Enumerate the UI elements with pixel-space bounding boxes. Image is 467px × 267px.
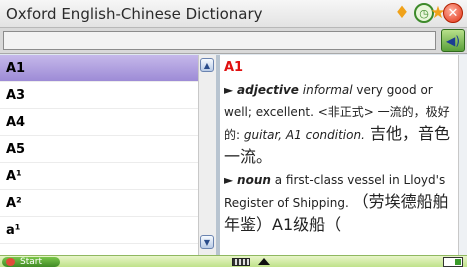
title-bar: Oxford English-Chinese Dictionary ♦ ◷ ★ …: [0, 0, 467, 28]
definition-scrollbar[interactable]: [458, 55, 467, 255]
close-icon[interactable]: ✕: [443, 3, 463, 23]
start-icon: [6, 258, 15, 266]
window-title: Oxford English-Chinese Dictionary: [6, 5, 263, 23]
keyboard-icon[interactable]: [232, 258, 250, 266]
list-item[interactable]: A¹: [0, 163, 198, 190]
sense-1: ► adjective informal very good or well; …: [224, 83, 450, 166]
part-of-speech: adjective: [237, 83, 299, 97]
start-button[interactable]: Start: [2, 257, 60, 267]
word-list-scrollbar[interactable]: ▲ ▼: [198, 55, 216, 255]
start-label: Start: [20, 257, 42, 267]
battery-icon: [443, 257, 463, 267]
register-label: informal: [302, 83, 353, 97]
part-of-speech: noun: [237, 173, 271, 187]
list-item[interactable]: A4: [0, 109, 198, 136]
example-text: guitar, A1 condition.: [243, 128, 365, 142]
list-item[interactable]: A3: [0, 82, 198, 109]
list-item[interactable]: A²: [0, 190, 198, 217]
scroll-down-button[interactable]: ▼: [200, 235, 214, 249]
diamond-icon[interactable]: ♦: [392, 3, 412, 23]
speaker-icon: ◀): [446, 33, 460, 48]
definition-pane: A1 ► adjective informal very good or wel…: [220, 55, 458, 255]
list-item[interactable]: a¹: [0, 217, 198, 244]
up-arrow-icon[interactable]: [258, 258, 270, 265]
taskbar: Start: [0, 255, 467, 267]
search-bar: ◀): [0, 28, 467, 54]
sense-2: ► noun a first-class vessel in Lloyd's R…: [224, 173, 449, 234]
list-item[interactable]: A5: [0, 136, 198, 163]
search-input[interactable]: [3, 31, 436, 50]
headword: A1: [224, 60, 244, 75]
word-list[interactable]: A1 A3 A4 A5 A¹ A² a¹: [0, 55, 198, 255]
scroll-up-button[interactable]: ▲: [200, 58, 214, 72]
pronounce-button[interactable]: ◀): [441, 29, 465, 52]
list-item[interactable]: A1: [0, 55, 198, 82]
